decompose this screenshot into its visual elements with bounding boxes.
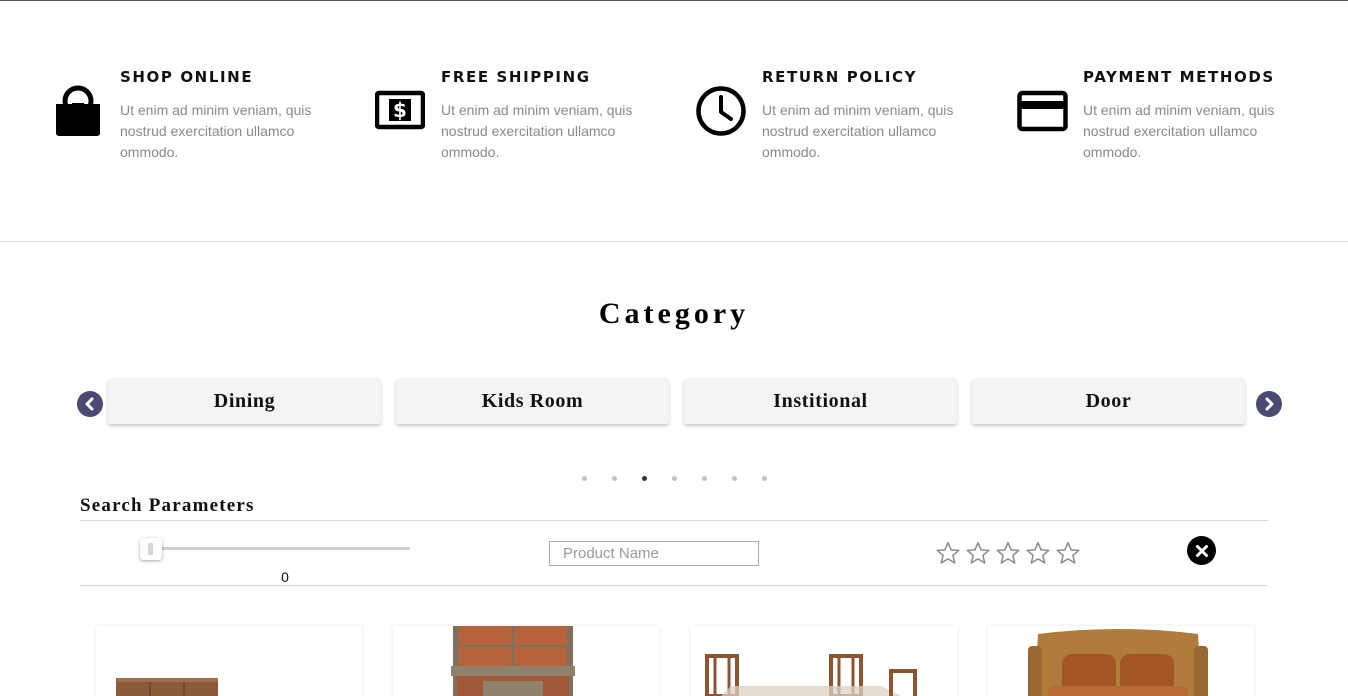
clear-filters-button[interactable] (1187, 536, 1216, 565)
feature-title: FREE SHIPPING (441, 68, 591, 86)
product-card[interactable] (988, 626, 1254, 696)
credit-card-icon (1017, 84, 1071, 138)
svg-text:$: $ (393, 98, 407, 122)
category-card-door[interactable]: Door (972, 378, 1245, 424)
carousel-dot[interactable] (732, 476, 737, 481)
category-card-kids-room[interactable]: Kids Room (396, 378, 669, 424)
carousel-dot[interactable] (672, 476, 677, 481)
feature-text: Ut enim ad minim veniam, quis nostrud ex… (441, 102, 633, 160)
cabinet-image (116, 678, 218, 696)
close-icon (1195, 544, 1208, 557)
clock-icon (696, 84, 750, 138)
chevron-right-icon (1265, 397, 1274, 411)
search-parameters-bar: 0 (80, 520, 1268, 586)
price-slider-track[interactable] (142, 547, 410, 550)
feature-title: SHOP ONLINE (120, 68, 254, 86)
carousel-prev-button[interactable] (77, 391, 103, 417)
star-outline-icon[interactable] (1025, 540, 1051, 566)
feature-text: Ut enim ad minim veniam, quis nostrud ex… (1083, 102, 1275, 160)
star-outline-icon[interactable] (1055, 540, 1081, 566)
category-card-institional[interactable]: Institional (684, 378, 957, 424)
product-name-input[interactable] (549, 541, 759, 566)
dollar-bill-icon: $ (374, 84, 429, 138)
feature-text: Ut enim ad minim veniam, quis nostrud ex… (762, 102, 954, 160)
product-card[interactable] (691, 626, 957, 696)
chevron-left-icon (85, 397, 94, 411)
loveseat-image (1028, 629, 1208, 696)
features-strip: SHOP ONLINE Ut enim ad minim veniam, qui… (0, 0, 1348, 242)
price-slider-handle[interactable] (140, 538, 162, 560)
star-outline-icon[interactable] (965, 540, 991, 566)
category-card-dining[interactable]: Dining (108, 378, 381, 424)
carousel-dot-active[interactable] (642, 476, 647, 481)
hutch-image (451, 626, 575, 696)
star-outline-icon[interactable] (935, 540, 961, 566)
product-card[interactable] (393, 626, 659, 696)
feature-title: PAYMENT METHODS (1083, 68, 1275, 86)
category-heading: Category (598, 297, 750, 330)
carousel-dot[interactable] (762, 476, 767, 481)
feature-text: Ut enim ad minim veniam, quis nostrud ex… (120, 102, 312, 160)
feature-shop-online: SHOP ONLINE Ut enim ad minim veniam, qui… (54, 68, 324, 178)
carousel-dot[interactable] (702, 476, 707, 481)
feature-return-policy: RETURN POLICY Ut enim ad minim veniam, q… (696, 68, 966, 178)
carousel-next-button[interactable] (1256, 391, 1282, 417)
price-slider-value: 0 (281, 569, 289, 585)
dining-set-image (705, 654, 917, 696)
product-card[interactable] (96, 626, 362, 696)
feature-payment-methods: PAYMENT METHODS Ut enim ad minim veniam,… (1017, 68, 1287, 178)
feature-title: RETURN POLICY (762, 68, 918, 86)
carousel-dot[interactable] (612, 476, 617, 481)
feature-free-shipping: $ FREE SHIPPING Ut enim ad minim veniam,… (374, 68, 645, 178)
shopping-bag-icon (54, 84, 108, 138)
search-parameters-heading: Search Parameters (80, 495, 255, 516)
star-outline-icon[interactable] (995, 540, 1021, 566)
carousel-dot[interactable] (582, 476, 587, 481)
